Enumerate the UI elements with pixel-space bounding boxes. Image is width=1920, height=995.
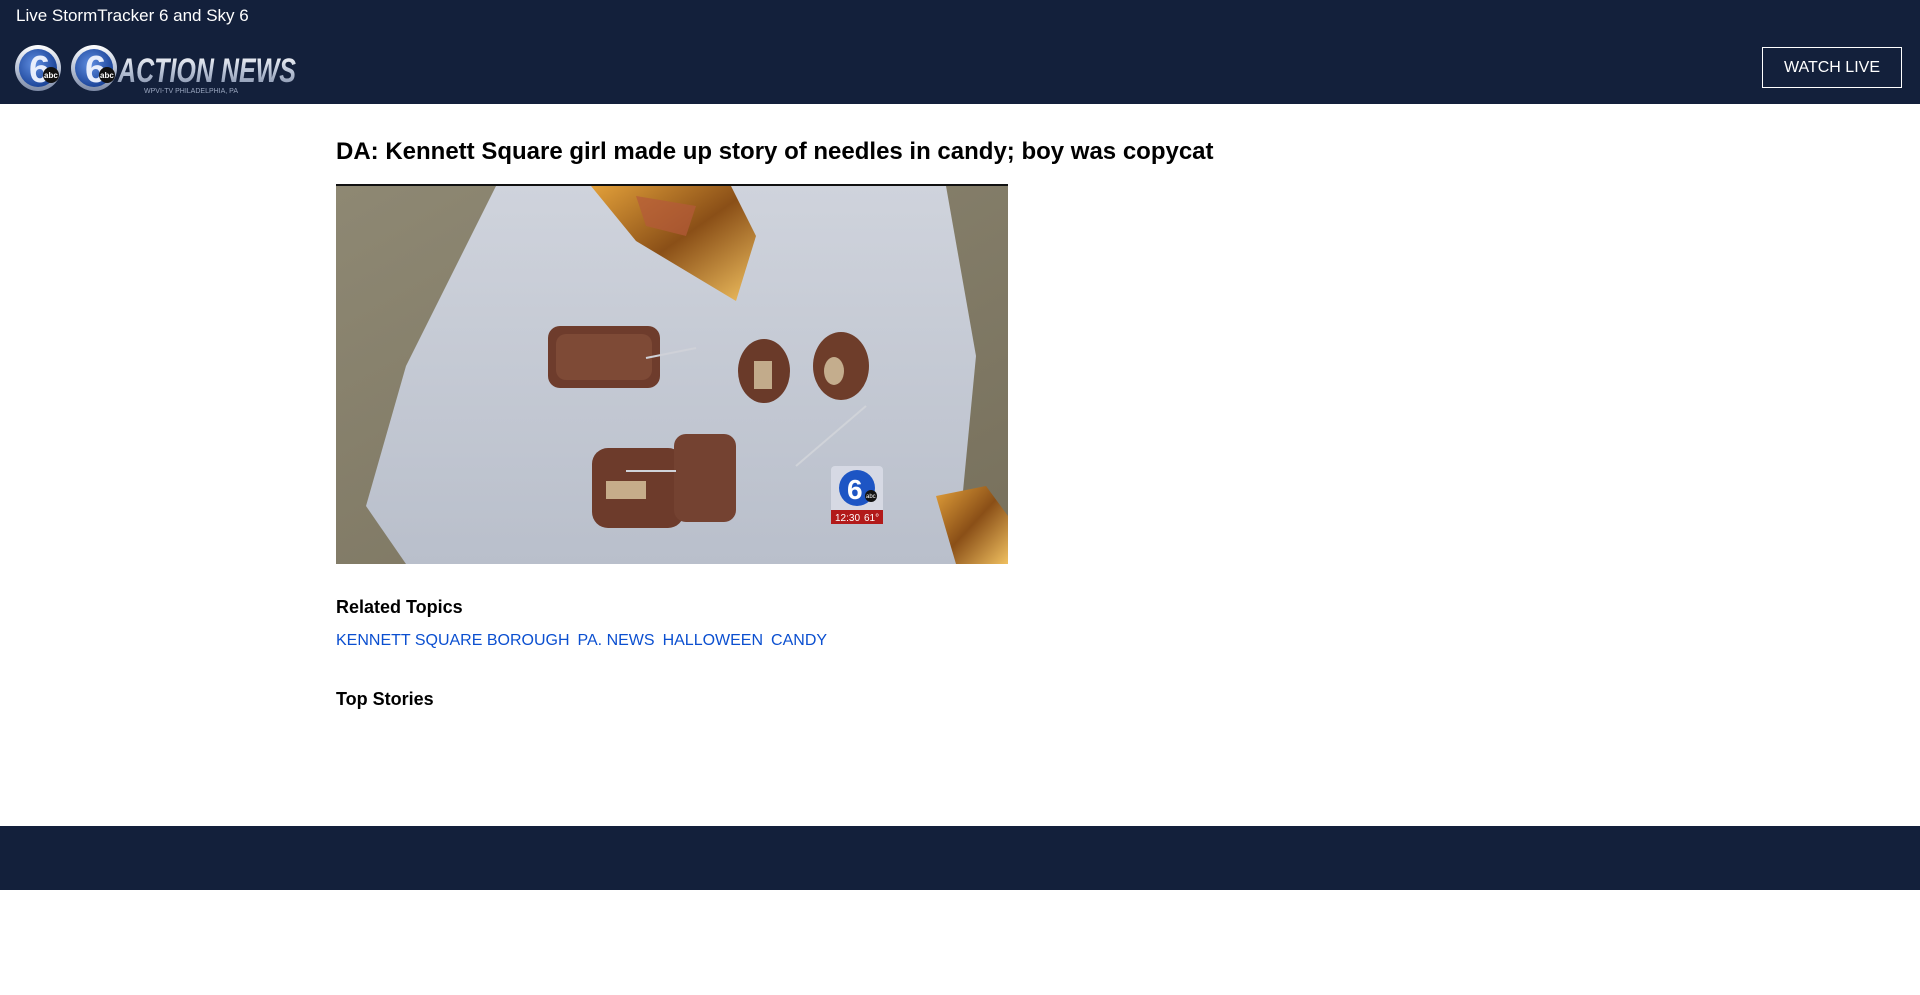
watch-live-button[interactable]: WATCH LIVE [1762,47,1902,88]
bug-number: 6 [847,474,863,505]
article-headline: DA: Kennett Square girl made up story of… [336,138,1214,165]
bug-temp: 61° [864,513,879,524]
topic-link-pa-news[interactable]: PA. NEWS [578,632,655,650]
site-footer [0,826,1920,890]
related-topics-list: KENNETT SQUARE BOROUGH PA. NEWS HALLOWEE… [336,632,827,650]
6abc-action-news-logo[interactable]: 6 abc 6 abc ACTION NEWS WPVI-TV PHILADEL… [14,42,300,98]
topic-link-kennett-square-borough[interactable]: KENNETT SQUARE BOROUGH [336,632,570,650]
live-stormtracker-link[interactable]: Live StormTracker 6 and Sky 6 [16,6,249,26]
logo-action-news-text: ACTION NEWS [117,52,296,90]
bug-abc: abc [866,494,876,500]
6abc-badge-icon-2: 6 abc [71,45,117,91]
article-photo-candy-needles[interactable]: 6 abc 12:30 61° [336,184,1008,564]
6abc-badge-icon: 6 abc [15,45,61,91]
related-topics-heading: Related Topics [336,597,463,617]
topic-link-halloween[interactable]: HALLOWEEN [663,632,763,650]
bug-time: 12:30 [835,513,860,524]
logo-abc-1: abc [44,71,58,80]
logo-abc-2: abc [100,71,114,80]
logo-subtitle: WPVI-TV PHILADELPHIA, PA [144,88,238,95]
topic-link-candy[interactable]: CANDY [771,632,827,650]
station-bug-icon: 6 abc 12:30 61° [831,466,883,524]
site-header: Live StormTracker 6 and Sky 6 6 abc 6 ab… [0,0,1920,104]
top-stories-heading: Top Stories [336,689,434,709]
